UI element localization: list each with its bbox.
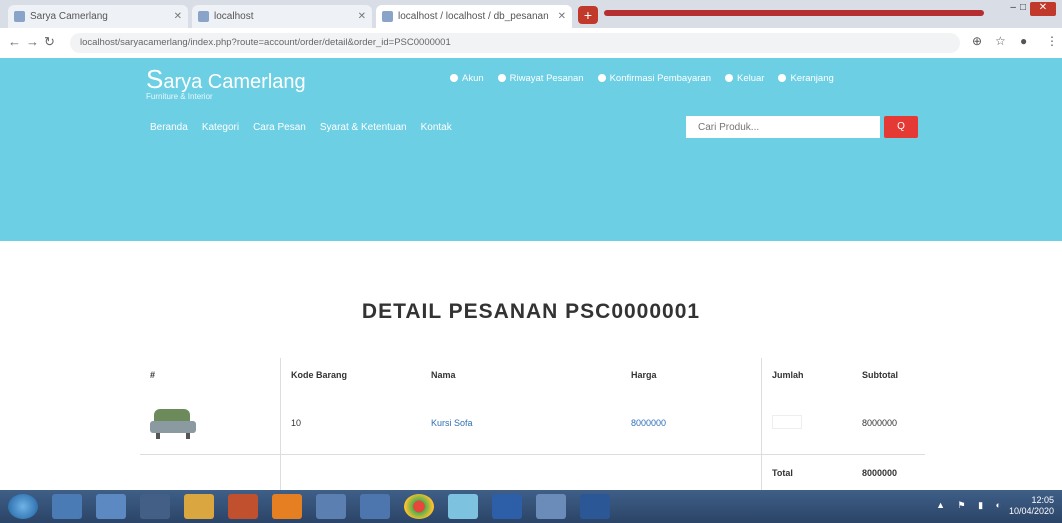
product-quantity xyxy=(761,392,852,455)
browser-tab-label: Sarya Camerlang xyxy=(30,11,108,22)
nav-terms[interactable]: Syarat & Ketentuan xyxy=(320,122,407,133)
word-icon[interactable] xyxy=(580,494,610,519)
link-label: Riwayat Pesanan xyxy=(509,73,584,84)
product-name-link[interactable]: Kursi Sofa xyxy=(431,418,473,428)
close-icon[interactable]: ✕ xyxy=(358,5,366,28)
column-header: # xyxy=(150,370,156,380)
nav-home[interactable]: Beranda xyxy=(150,122,188,133)
product-image-cell xyxy=(140,392,281,455)
chrome-icon[interactable] xyxy=(404,494,434,519)
translate-icon[interactable]: ⊕ xyxy=(972,34,982,48)
browser-tab-label: localhost xyxy=(214,11,254,22)
start-button-icon[interactable] xyxy=(8,494,38,519)
app-icon[interactable] xyxy=(316,494,346,519)
column-header: Subtotal xyxy=(862,370,898,380)
url-field[interactable]: localhost/saryacamerlang/index.php?route… xyxy=(70,33,960,53)
column-header: Jumlah xyxy=(761,358,852,392)
site-tagline: Furniture & Interior xyxy=(146,92,213,101)
link-label: Keluar xyxy=(736,73,765,84)
logo-text: arya Camerlang xyxy=(163,71,306,93)
cart-icon xyxy=(778,74,787,83)
system-tray: ▲ ⚑ ▮ ◐ xyxy=(936,500,1006,510)
link-label: Konfirmasi Pembayaran xyxy=(609,73,711,84)
payment-icon xyxy=(597,74,606,83)
total-label: Total xyxy=(761,454,852,491)
clock-date: 10/04/2020 xyxy=(1008,506,1054,516)
logout-link[interactable]: Keluar xyxy=(724,73,765,84)
browser-tab-1[interactable]: Sarya Camerlang ✕ xyxy=(8,5,188,28)
column-header: Nama xyxy=(431,370,456,380)
site-favicon-icon xyxy=(198,11,209,22)
browser-toolbar: ← → ↻ localhost/saryacamerlang/index.php… xyxy=(0,28,1062,59)
browser-tab-strip: Sarya Camerlang ✕ localhost ✕ localhost … xyxy=(0,0,1062,28)
internet-explorer-icon[interactable] xyxy=(52,494,82,519)
site-header: Sarya Camerlang Furniture & Interior Aku… xyxy=(0,58,1062,241)
payment-confirmation-link[interactable]: Konfirmasi Pembayaran xyxy=(597,73,711,84)
browser-tab-label: localhost / localhost / db_pesanan xyxy=(398,11,549,22)
app-icon[interactable] xyxy=(228,494,258,519)
app-icon[interactable] xyxy=(360,494,390,519)
account-link[interactable]: Akun xyxy=(450,73,484,84)
table-header-row: # Kode Barang Nama Harga Jumlah Subtotal xyxy=(140,358,925,392)
table-row: 10 Kursi Sofa 8000000 8000000 xyxy=(140,392,925,455)
site-favicon-icon xyxy=(382,11,393,22)
new-tab-button[interactable]: + xyxy=(578,6,598,24)
reload-icon[interactable]: ↻ xyxy=(44,34,55,50)
site-logo[interactable]: Sarya Camerlang xyxy=(146,64,306,95)
browser-tab-2[interactable]: localhost ✕ xyxy=(192,5,372,28)
star-icon[interactable]: ☆ xyxy=(995,34,1006,48)
nav-how-to-order[interactable]: Cara Pesan xyxy=(253,122,306,133)
total-value: 8000000 xyxy=(862,468,898,478)
back-arrow-icon[interactable]: ← xyxy=(8,34,21,49)
app-icon[interactable] xyxy=(448,494,478,519)
search-button[interactable]: Q xyxy=(884,116,918,138)
browser-tab-3[interactable]: localhost / localhost / db_pesanan ✕ xyxy=(376,5,572,28)
order-detail-table: # Kode Barang Nama Harga Jumlah Subtotal… xyxy=(140,358,925,491)
os-taskbar: ▲ ⚑ ▮ ◐ 12:05 10/04/2020 xyxy=(0,490,1062,523)
nav-category[interactable]: Kategori xyxy=(202,122,239,133)
account-links: Akun Riwayat Pesanan Konfirmasi Pembayar… xyxy=(450,73,834,84)
window-switcher-icon[interactable] xyxy=(96,494,126,519)
link-label: Akun xyxy=(462,73,484,84)
quantity-box xyxy=(772,415,802,429)
site-favicon-icon xyxy=(14,11,25,22)
minimize-icon[interactable]: – xyxy=(1010,2,1020,13)
tab-strip-highlight xyxy=(604,10,984,16)
app-icon[interactable] xyxy=(536,494,566,519)
more-menu-icon[interactable]: ⋮ xyxy=(1046,34,1058,48)
column-header: Kode Barang xyxy=(280,358,421,392)
maximize-icon[interactable]: □ xyxy=(1020,2,1030,13)
link-label: Keranjang xyxy=(790,73,834,84)
clock-time: 12:05 xyxy=(1031,495,1054,505)
nav-contact[interactable]: Kontak xyxy=(421,122,452,133)
cart-link[interactable]: Keranjang xyxy=(778,73,834,84)
close-icon[interactable]: ✕ xyxy=(558,5,566,28)
logo-initial: S xyxy=(146,64,164,94)
product-subtotal: 8000000 xyxy=(852,392,925,455)
history-icon xyxy=(497,74,506,83)
app-icon[interactable] xyxy=(492,494,522,519)
page-title: DETAIL PESANAN PSC0000001 xyxy=(361,300,701,323)
product-code: 10 xyxy=(280,392,421,455)
logout-icon xyxy=(724,74,733,83)
column-header: Harga xyxy=(631,370,657,380)
window-controls: –□ ✕ xyxy=(1010,2,1056,16)
product-price: 8000000 xyxy=(631,418,667,428)
user-icon xyxy=(450,74,458,83)
clock[interactable]: 12:05 10/04/2020 xyxy=(1009,495,1054,517)
order-history-link[interactable]: Riwayat Pesanan xyxy=(497,73,584,84)
xampp-icon[interactable] xyxy=(272,494,302,519)
media-player-icon[interactable] xyxy=(140,494,170,519)
forward-arrow-icon[interactable]: → xyxy=(26,34,39,49)
main-navigation: Beranda Kategori Cara Pesan Syarat & Ket… xyxy=(150,122,452,133)
search-input[interactable] xyxy=(686,116,880,138)
close-icon[interactable]: ✕ xyxy=(174,5,182,28)
profile-icon[interactable]: ● xyxy=(1020,34,1027,48)
window-close-icon[interactable]: ✕ xyxy=(1030,2,1056,16)
total-row: Total 8000000 xyxy=(140,454,925,491)
sofa-product-image[interactable] xyxy=(150,407,196,439)
folder-icon[interactable] xyxy=(184,494,214,519)
search-icon: Q xyxy=(897,121,905,132)
